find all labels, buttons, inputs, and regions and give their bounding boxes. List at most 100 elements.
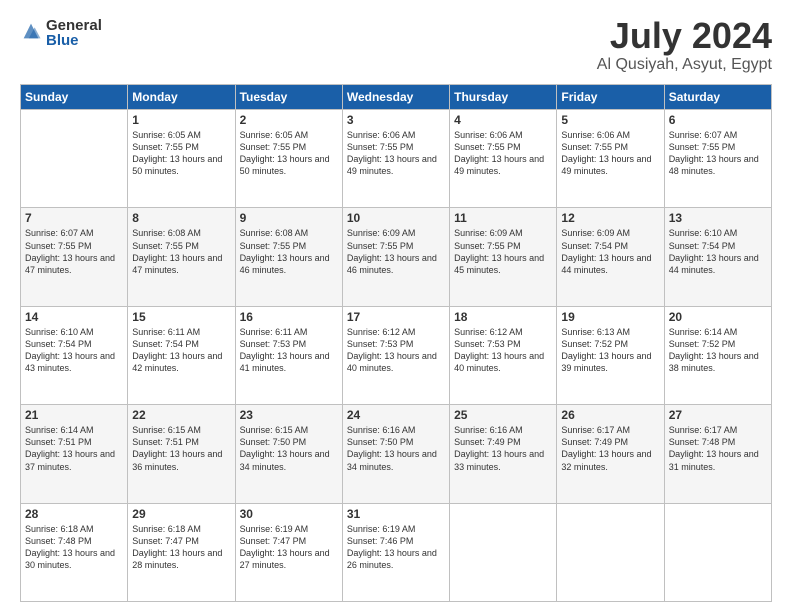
table-row: 3 Sunrise: 6:06 AMSunset: 7:55 PMDaylight…	[342, 110, 449, 208]
day-info: Sunrise: 6:13 AMSunset: 7:52 PMDaylight:…	[561, 326, 659, 375]
day-info: Sunrise: 6:15 AMSunset: 7:50 PMDaylight:…	[240, 424, 338, 473]
day-info: Sunrise: 6:08 AMSunset: 7:55 PMDaylight:…	[132, 227, 230, 276]
table-row: 9 Sunrise: 6:08 AMSunset: 7:55 PMDaylight…	[235, 208, 342, 306]
table-row: 30 Sunrise: 6:19 AMSunset: 7:47 PMDayligh…	[235, 503, 342, 601]
day-number: 23	[240, 408, 338, 422]
calendar-week-row: 1Sunrise: 6:05 AMSunset: 7:55 PMDaylight…	[21, 110, 772, 208]
day-info: Sunrise: 6:14 AMSunset: 7:52 PMDaylight:…	[669, 326, 767, 375]
day-number: 24	[347, 408, 445, 422]
day-number: 21	[25, 408, 123, 422]
day-info: Sunrise: 6:18 AMSunset: 7:47 PMDaylight:…	[132, 523, 230, 572]
table-row: 24 Sunrise: 6:16 AMSunset: 7:50 PMDayligh…	[342, 405, 449, 503]
logo-text: General Blue	[46, 18, 102, 48]
day-number: 4	[454, 113, 552, 127]
table-row: 26 Sunrise: 6:17 AMSunset: 7:49 PMDayligh…	[557, 405, 664, 503]
day-number: 10	[347, 211, 445, 225]
day-number: 19	[561, 310, 659, 324]
day-number: 9	[240, 211, 338, 225]
day-info: Sunrise: 6:10 AMSunset: 7:54 PMDaylight:…	[25, 326, 123, 375]
day-info: Sunrise: 6:05 AMSunset: 7:55 PMDaylight:…	[132, 129, 230, 178]
day-number: 27	[669, 408, 767, 422]
day-info: Sunrise: 6:16 AMSunset: 7:50 PMDaylight:…	[347, 424, 445, 473]
day-info: Sunrise: 6:11 AMSunset: 7:53 PMDaylight:…	[240, 326, 338, 375]
month-title: July 2024	[597, 18, 772, 54]
day-number: 11	[454, 211, 552, 225]
logo-icon	[20, 20, 42, 42]
calendar-week-row: 14 Sunrise: 6:10 AMSunset: 7:54 PMDayligh…	[21, 306, 772, 404]
table-row: 31 Sunrise: 6:19 AMSunset: 7:46 PMDayligh…	[342, 503, 449, 601]
table-row: 1Sunrise: 6:05 AMSunset: 7:55 PMDaylight…	[128, 110, 235, 208]
day-info: Sunrise: 6:09 AMSunset: 7:54 PMDaylight:…	[561, 227, 659, 276]
day-number: 8	[132, 211, 230, 225]
day-info: Sunrise: 6:17 AMSunset: 7:49 PMDaylight:…	[561, 424, 659, 473]
header-wednesday: Wednesday	[342, 85, 449, 110]
day-info: Sunrise: 6:16 AMSunset: 7:49 PMDaylight:…	[454, 424, 552, 473]
day-info: Sunrise: 6:19 AMSunset: 7:47 PMDaylight:…	[240, 523, 338, 572]
day-number: 3	[347, 113, 445, 127]
day-info: Sunrise: 6:08 AMSunset: 7:55 PMDaylight:…	[240, 227, 338, 276]
day-info: Sunrise: 6:07 AMSunset: 7:55 PMDaylight:…	[25, 227, 123, 276]
calendar-header-row: Sunday Monday Tuesday Wednesday Thursday…	[21, 85, 772, 110]
day-number: 5	[561, 113, 659, 127]
day-number: 28	[25, 507, 123, 521]
logo: General Blue	[20, 18, 102, 48]
table-row: 7 Sunrise: 6:07 AMSunset: 7:55 PMDaylight…	[21, 208, 128, 306]
header-friday: Friday	[557, 85, 664, 110]
day-number: 6	[669, 113, 767, 127]
day-number: 16	[240, 310, 338, 324]
location-title: Al Qusiyah, Asyut, Egypt	[597, 56, 772, 74]
table-row: 28 Sunrise: 6:18 AMSunset: 7:48 PMDayligh…	[21, 503, 128, 601]
table-row	[21, 110, 128, 208]
table-row: 12 Sunrise: 6:09 AMSunset: 7:54 PMDayligh…	[557, 208, 664, 306]
day-number: 18	[454, 310, 552, 324]
day-number: 13	[669, 211, 767, 225]
table-row: 22Sunrise: 6:15 AMSunset: 7:51 PMDayligh…	[128, 405, 235, 503]
day-number: 30	[240, 507, 338, 521]
table-row: 25 Sunrise: 6:16 AMSunset: 7:49 PMDayligh…	[450, 405, 557, 503]
day-number: 7	[25, 211, 123, 225]
table-row: 15Sunrise: 6:11 AMSunset: 7:54 PMDayligh…	[128, 306, 235, 404]
header-saturday: Saturday	[664, 85, 771, 110]
table-row: 17Sunrise: 6:12 AMSunset: 7:53 PMDayligh…	[342, 306, 449, 404]
table-row: 6 Sunrise: 6:07 AMSunset: 7:55 PMDaylight…	[664, 110, 771, 208]
table-row: 10Sunrise: 6:09 AMSunset: 7:55 PMDayligh…	[342, 208, 449, 306]
table-row: 29 Sunrise: 6:18 AMSunset: 7:47 PMDayligh…	[128, 503, 235, 601]
day-info: Sunrise: 6:07 AMSunset: 7:55 PMDaylight:…	[669, 129, 767, 178]
day-info: Sunrise: 6:15 AMSunset: 7:51 PMDaylight:…	[132, 424, 230, 473]
day-number: 26	[561, 408, 659, 422]
table-row	[664, 503, 771, 601]
calendar-table: Sunday Monday Tuesday Wednesday Thursday…	[20, 84, 772, 602]
table-row: 8 Sunrise: 6:08 AMSunset: 7:55 PMDaylight…	[128, 208, 235, 306]
day-info: Sunrise: 6:06 AMSunset: 7:55 PMDaylight:…	[347, 129, 445, 178]
day-info: Sunrise: 6:05 AMSunset: 7:55 PMDaylight:…	[240, 129, 338, 178]
day-number: 31	[347, 507, 445, 521]
day-info: Sunrise: 6:12 AMSunset: 7:53 PMDaylight:…	[454, 326, 552, 375]
header-tuesday: Tuesday	[235, 85, 342, 110]
day-number: 29	[132, 507, 230, 521]
logo-blue: Blue	[46, 33, 102, 48]
table-row: 23 Sunrise: 6:15 AMSunset: 7:50 PMDayligh…	[235, 405, 342, 503]
day-info: Sunrise: 6:10 AMSunset: 7:54 PMDaylight:…	[669, 227, 767, 276]
day-number: 20	[669, 310, 767, 324]
table-row: 20 Sunrise: 6:14 AMSunset: 7:52 PMDayligh…	[664, 306, 771, 404]
day-number: 25	[454, 408, 552, 422]
calendar-week-row: 28 Sunrise: 6:18 AMSunset: 7:48 PMDayligh…	[21, 503, 772, 601]
day-number: 14	[25, 310, 123, 324]
day-info: Sunrise: 6:14 AMSunset: 7:51 PMDaylight:…	[25, 424, 123, 473]
header: General Blue July 2024 Al Qusiyah, Asyut…	[20, 18, 772, 74]
table-row: 19 Sunrise: 6:13 AMSunset: 7:52 PMDayligh…	[557, 306, 664, 404]
table-row: 27Sunrise: 6:17 AMSunset: 7:48 PMDayligh…	[664, 405, 771, 503]
day-number: 12	[561, 211, 659, 225]
table-row: 4 Sunrise: 6:06 AMSunset: 7:55 PMDaylight…	[450, 110, 557, 208]
logo-general: General	[46, 18, 102, 33]
day-number: 2	[240, 113, 338, 127]
table-row	[450, 503, 557, 601]
table-row: 16 Sunrise: 6:11 AMSunset: 7:53 PMDayligh…	[235, 306, 342, 404]
day-info: Sunrise: 6:18 AMSunset: 7:48 PMDaylight:…	[25, 523, 123, 572]
day-info: Sunrise: 6:19 AMSunset: 7:46 PMDaylight:…	[347, 523, 445, 572]
table-row: 13 Sunrise: 6:10 AMSunset: 7:54 PMDayligh…	[664, 208, 771, 306]
title-area: July 2024 Al Qusiyah, Asyut, Egypt	[597, 18, 772, 74]
day-info: Sunrise: 6:11 AMSunset: 7:54 PMDaylight:…	[132, 326, 230, 375]
day-info: Sunrise: 6:06 AMSunset: 7:55 PMDaylight:…	[454, 129, 552, 178]
table-row: 21 Sunrise: 6:14 AMSunset: 7:51 PMDayligh…	[21, 405, 128, 503]
